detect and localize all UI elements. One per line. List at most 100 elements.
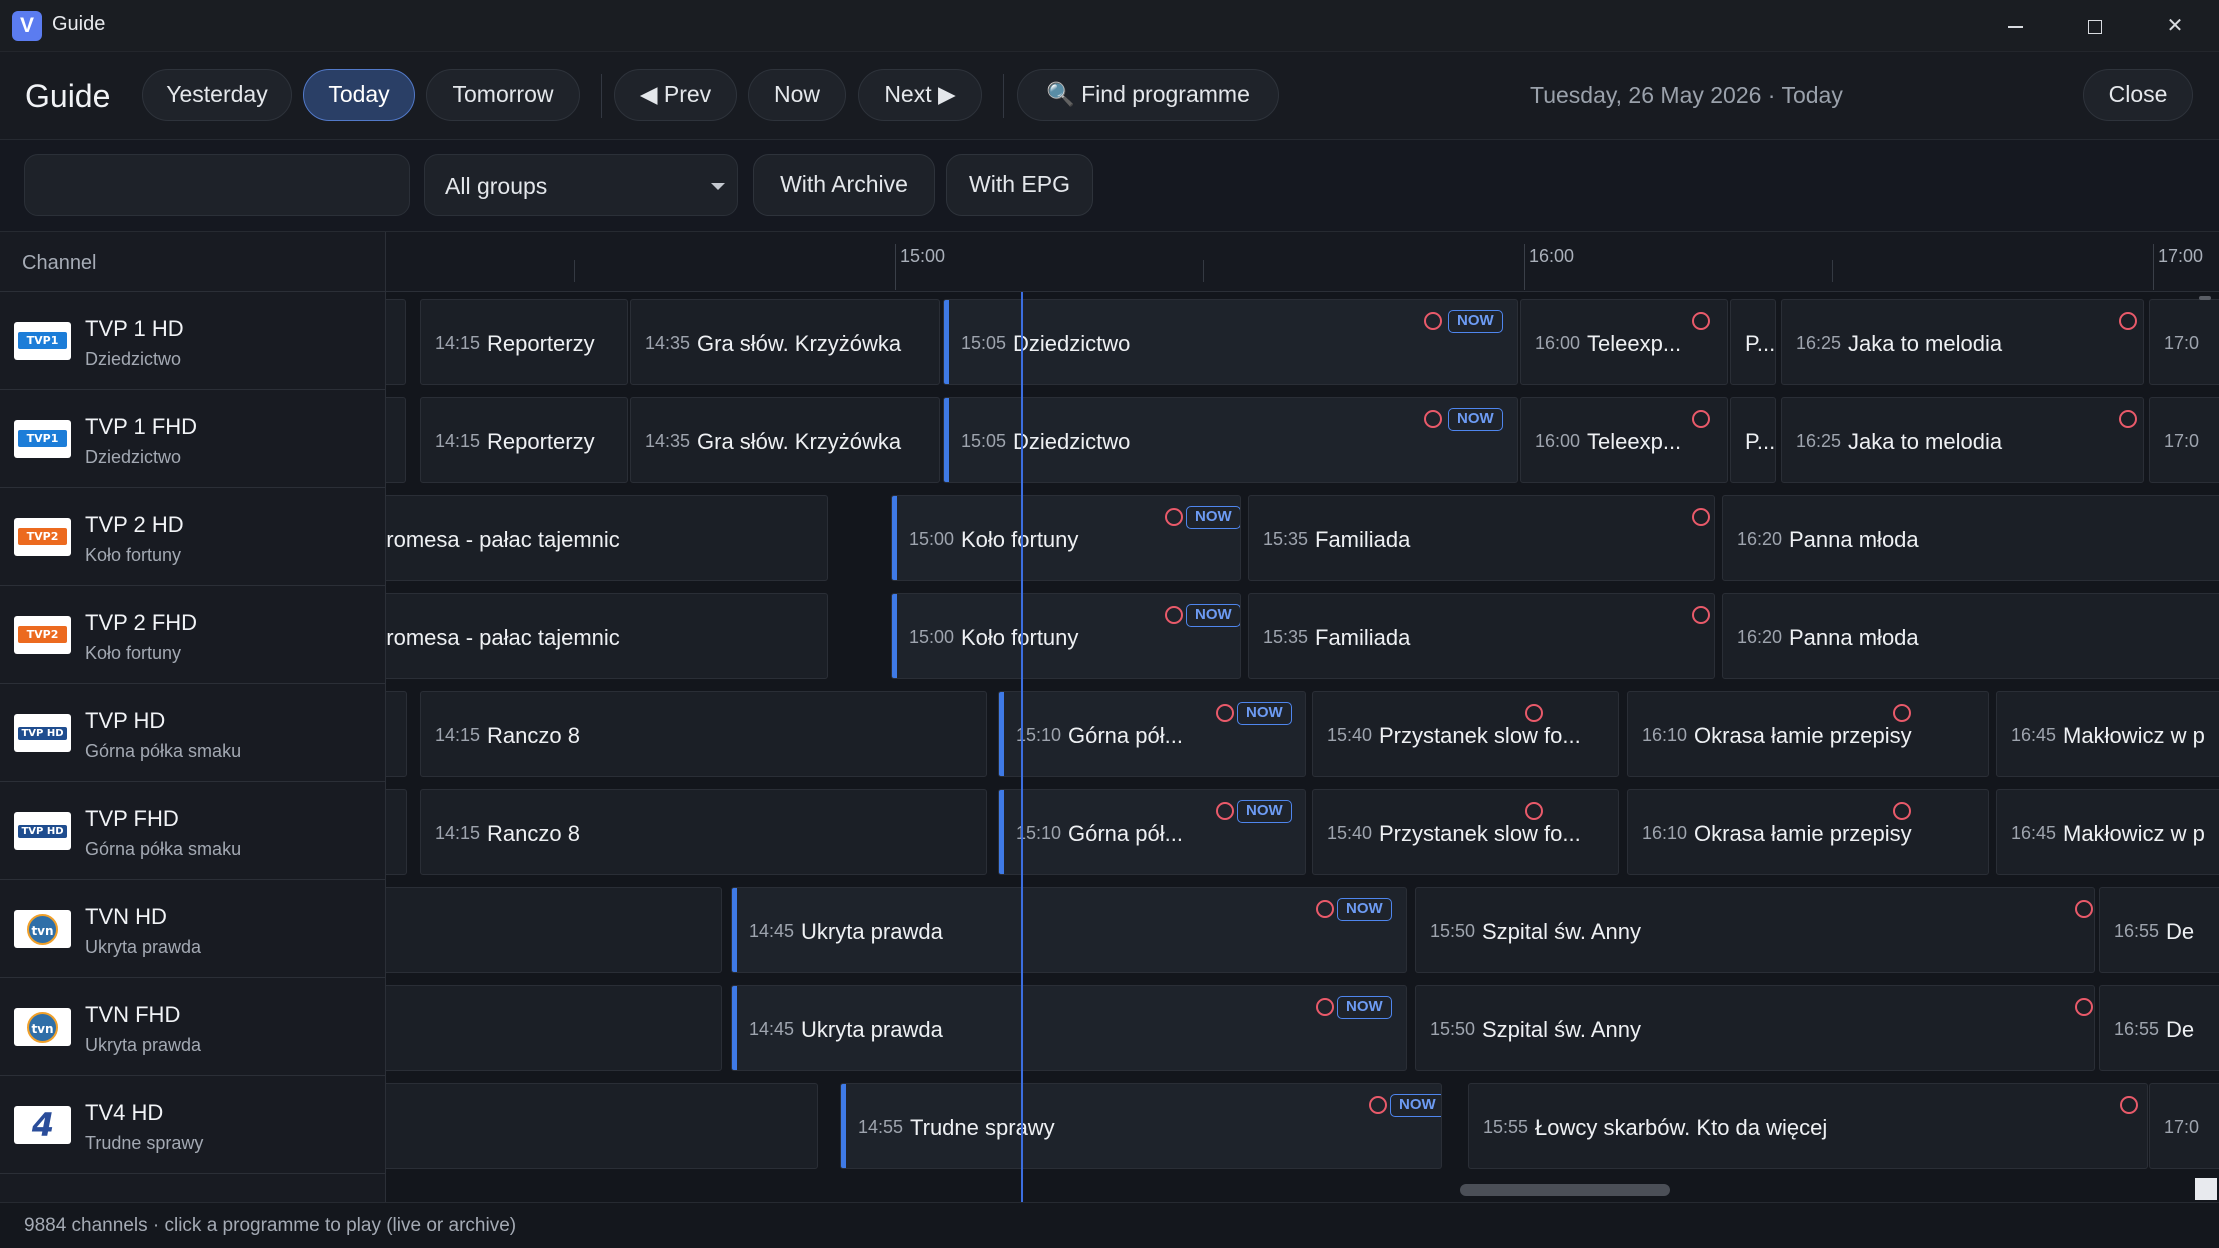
with-archive-button[interactable]: With Archive (753, 154, 935, 216)
programme-block[interactable]: 17:0 (2149, 1083, 2219, 1169)
record-icon[interactable] (1165, 606, 1183, 624)
channel-row[interactable]: TVP HD TVP FHD Górna półka smaku (0, 782, 386, 880)
group-select[interactable]: All groups (424, 154, 738, 216)
record-icon[interactable] (1692, 508, 1710, 526)
programme-block[interactable]: 15:50 Szpital św. Anny (1415, 985, 2095, 1071)
today-button[interactable]: Today (303, 69, 415, 121)
record-icon[interactable] (1893, 704, 1911, 722)
channel-row[interactable]: tvn TVN FHD Ukryta prawda (0, 978, 386, 1076)
record-icon[interactable] (1316, 998, 1334, 1016)
record-icon[interactable] (2119, 410, 2137, 428)
programme-block-now[interactable]: 15:00 Koło fortuny NOW (891, 593, 1241, 679)
record-icon[interactable] (2075, 998, 2093, 1016)
programme-block[interactable]: 16:45 Makłowicz w p (1996, 789, 2219, 875)
programme-block[interactable] (386, 789, 407, 875)
record-icon[interactable] (2075, 900, 2093, 918)
programme-title: Ukryta prawda (801, 919, 943, 944)
programme-block[interactable] (386, 985, 722, 1071)
programme-block[interactable]: 15:40 Przystanek slow fo... (1312, 691, 1619, 777)
record-icon[interactable] (1369, 1096, 1387, 1114)
record-icon[interactable] (1525, 704, 1543, 722)
programme-block[interactable]: 16:00 Teleexp... (1520, 299, 1728, 385)
record-icon[interactable] (2119, 312, 2137, 330)
programme-block[interactable]: 16:55 De (2099, 985, 2219, 1071)
record-icon[interactable] (1216, 802, 1234, 820)
record-icon[interactable] (1316, 900, 1334, 918)
prev-button[interactable]: ◀ Prev (614, 69, 737, 121)
programme-block[interactable]: 14:15 Reporterzy (420, 397, 628, 483)
channel-row[interactable]: 4 TV4 HD Trudne sprawy (0, 1076, 386, 1174)
programme-block[interactable]: P... (1730, 397, 1776, 483)
programme-title: La Promesa - pałac tajemnic (386, 527, 620, 552)
programme-block[interactable]: 16:20 Panna młoda (1722, 593, 2219, 679)
programme-block[interactable]: wy (386, 1083, 818, 1169)
programme-block[interactable]: 16:45 Makłowicz w p (1996, 691, 2219, 777)
programme-block-now[interactable]: 14:45 Ukryta prawda NOW (731, 887, 1407, 973)
programme-block[interactable]: 16:00 Teleexp... (1520, 397, 1728, 483)
channel-row[interactable]: TVP1 TVP 1 FHD Dziedzictwo (0, 390, 386, 488)
programme-block-now[interactable]: 14:45 Ukryta prawda NOW (731, 985, 1407, 1071)
programme-block-now[interactable]: 15:10 Górna pół... NOW (998, 691, 1306, 777)
programme-block[interactable] (386, 397, 406, 483)
record-icon[interactable] (1424, 410, 1442, 428)
record-icon[interactable] (1893, 802, 1911, 820)
tomorrow-button[interactable]: Tomorrow (426, 69, 580, 121)
next-button[interactable]: Next ▶ (858, 69, 982, 121)
programme-block[interactable]: La Promesa - pałac tajemnic (386, 495, 828, 581)
record-icon[interactable] (2120, 1096, 2138, 1114)
programme-block[interactable]: 16:25 Jaka to melodia (1781, 397, 2144, 483)
find-programme-button[interactable]: 🔍 Find programme (1017, 69, 1279, 121)
programme-block[interactable] (386, 691, 407, 777)
programme-block-now[interactable]: 14:55 Trudne sprawy NOW (840, 1083, 1442, 1169)
programme-block-now[interactable]: 15:05 Dziedzictwo NOW (943, 299, 1518, 385)
record-icon[interactable] (1216, 704, 1234, 722)
record-icon[interactable] (1525, 802, 1543, 820)
programme-block[interactable] (386, 887, 722, 973)
record-icon[interactable] (1692, 606, 1710, 624)
programme-block-now[interactable]: 15:00 Koło fortuny NOW (891, 495, 1241, 581)
programme-block[interactable] (386, 299, 406, 385)
record-icon[interactable] (1424, 312, 1442, 330)
programme-title: Ranczo 8 (487, 723, 580, 748)
channel-row[interactable]: TVP HD TVP HD Górna półka smaku (0, 684, 386, 782)
programme-block-now[interactable]: 15:10 Górna pół... NOW (998, 789, 1306, 875)
record-icon[interactable] (1692, 312, 1710, 330)
programme-block-now[interactable]: 15:05 Dziedzictwo NOW (943, 397, 1518, 483)
minimize-icon[interactable] (1975, 0, 2055, 52)
programme-block[interactable]: 14:15 Reporterzy (420, 299, 628, 385)
close-button[interactable]: Close (2083, 69, 2193, 121)
programme-block[interactable]: La Promesa - pałac tajemnic (386, 593, 828, 679)
programme-block[interactable]: 16:10 Okrasa łamie przepisy (1627, 691, 1989, 777)
maximize-icon[interactable] (2055, 0, 2135, 52)
close-icon[interactable]: ✕ (2135, 0, 2215, 52)
programme-block[interactable]: 15:35 Familiada (1248, 495, 1715, 581)
channel-search-input[interactable] (24, 154, 410, 216)
programme-block[interactable]: 14:35 Gra słów. Krzyżówka (630, 299, 940, 385)
record-icon[interactable] (1692, 410, 1710, 428)
channel-row[interactable]: tvn TVN HD Ukryta prawda (0, 880, 386, 978)
programme-block[interactable]: 14:15 Ranczo 8 (420, 691, 987, 777)
programme-block[interactable]: 15:55 Łowcy skarbów. Kto da więcej (1468, 1083, 2148, 1169)
programme-block[interactable]: 14:15 Ranczo 8 (420, 789, 987, 875)
channel-row[interactable]: TVP2 HD TVP 2 HD Koło fortuny (0, 488, 386, 586)
programme-block[interactable]: P... (1730, 299, 1776, 385)
programme-block[interactable]: 16:25 Jaka to melodia (1781, 299, 2144, 385)
horizontal-scrollbar[interactable] (1460, 1184, 1670, 1196)
programme-block[interactable]: 16:20 Panna młoda (1722, 495, 2219, 581)
programme-block[interactable]: 15:40 Przystanek slow fo... (1312, 789, 1619, 875)
with-epg-button[interactable]: With EPG (946, 154, 1093, 216)
yesterday-button[interactable]: Yesterday (142, 69, 292, 121)
programme-block[interactable]: 15:35 Familiada (1248, 593, 1715, 679)
programme-block[interactable]: 16:55 De (2099, 887, 2219, 973)
programme-block[interactable]: 17:0 (2149, 299, 2219, 385)
channel-row[interactable]: TVP2 HD TVP 2 FHD Koło fortuny (0, 586, 386, 684)
programme-block[interactable]: 14:35 Gra słów. Krzyżówka (630, 397, 940, 483)
vertical-scrollbar[interactable] (2199, 296, 2211, 300)
record-icon[interactable] (1165, 508, 1183, 526)
programme-block[interactable]: 17:0 (2149, 397, 2219, 483)
programme-block[interactable]: 15:50 Szpital św. Anny (1415, 887, 2095, 973)
channel-row[interactable]: TVP1 TVP 1 HD Dziedzictwo (0, 292, 386, 390)
now-button[interactable]: Now (748, 69, 846, 121)
programme-start-time: 15:50 (1430, 1019, 1476, 1039)
programme-block[interactable]: 16:10 Okrasa łamie przepisy (1627, 789, 1989, 875)
